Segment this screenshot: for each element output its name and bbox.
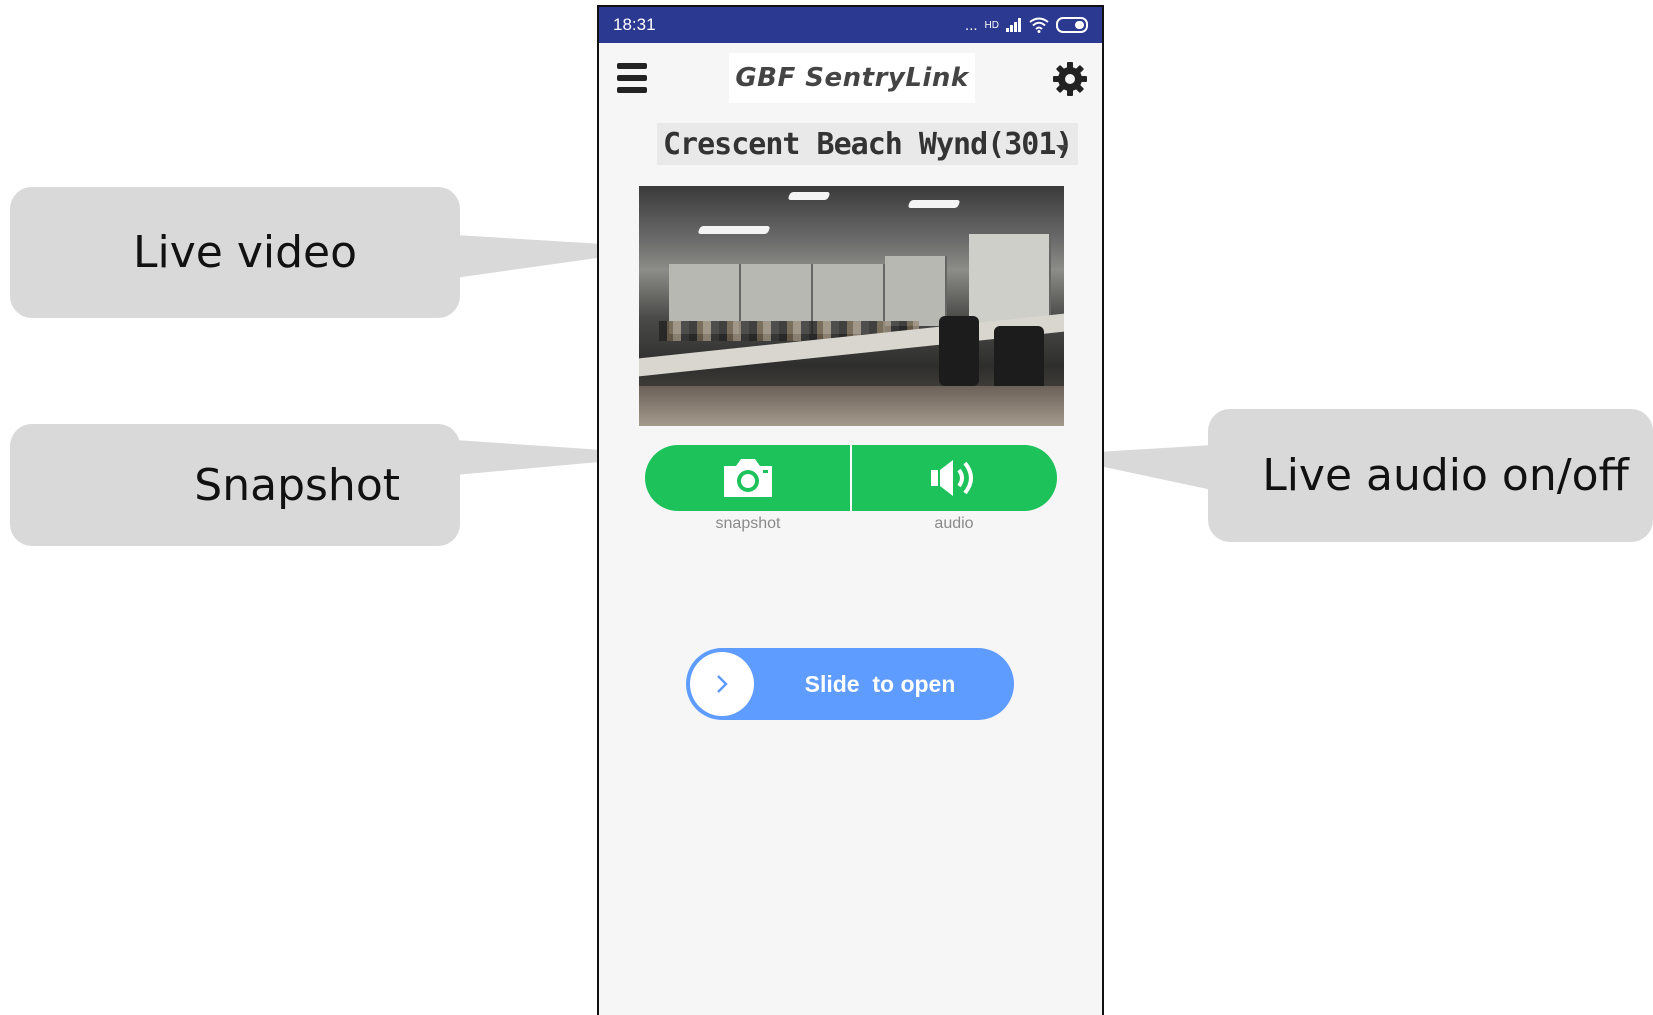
location-name[interactable]: Crescent Beach Wynd(301): [657, 123, 1079, 165]
video-scene-light: [697, 226, 771, 234]
callout-live-audio-text: Live audio on/off: [1262, 450, 1629, 501]
audio-label: audio: [934, 515, 974, 532]
snapshot-label: snapshot: [715, 515, 781, 532]
cell-signal-icon: [1006, 18, 1021, 32]
hamburger-menu-icon[interactable]: [617, 63, 647, 93]
audio-toggle-button[interactable]: [850, 445, 1057, 511]
callout-snapshot-text: Snapshot: [194, 459, 400, 511]
video-scene-floor: [639, 386, 1064, 426]
speaker-icon: [930, 460, 973, 496]
status-icons: ... HD: [965, 17, 1088, 34]
video-scene-partition: [969, 234, 1051, 324]
hd-label: HD: [984, 19, 999, 31]
app-bar: GBF SentryLink: [599, 43, 1102, 123]
media-controls: [645, 445, 1057, 511]
phone-screen: 18:31 ... HD GBF SentryLink Crescent Bea…: [597, 5, 1104, 1015]
wifi-icon: [1029, 17, 1049, 33]
callout-live-video: Live video: [10, 187, 460, 318]
battery-icon: [1056, 17, 1088, 33]
status-bar: 18:31 ... HD: [599, 7, 1102, 43]
video-scene-partition: [885, 256, 947, 326]
snapshot-button[interactable]: [645, 445, 850, 511]
status-dots: ...: [965, 16, 978, 34]
video-scene-chair: [939, 316, 979, 386]
live-video-feed[interactable]: [639, 186, 1064, 426]
callout-live-video-text: Live video: [132, 227, 358, 278]
chevron-right-icon: [717, 675, 728, 693]
video-scene-light: [907, 200, 961, 208]
slider-label: Slide to open: [804, 670, 956, 697]
status-time: 18:31: [613, 15, 656, 34]
video-scene-light: [787, 192, 831, 200]
slider-handle[interactable]: [690, 652, 754, 716]
chevron-down-icon[interactable]: [1056, 145, 1068, 151]
slide-to-open[interactable]: Slide to open: [686, 648, 1014, 720]
camera-icon: [723, 459, 772, 497]
gear-icon[interactable]: [1052, 61, 1088, 97]
app-logo: GBF SentryLink: [729, 53, 975, 103]
callout-snapshot: Snapshot: [10, 424, 460, 546]
location-selector[interactable]: Crescent Beach Wynd(301): [599, 123, 1102, 183]
callout-live-audio: Live audio on/off: [1208, 409, 1653, 542]
